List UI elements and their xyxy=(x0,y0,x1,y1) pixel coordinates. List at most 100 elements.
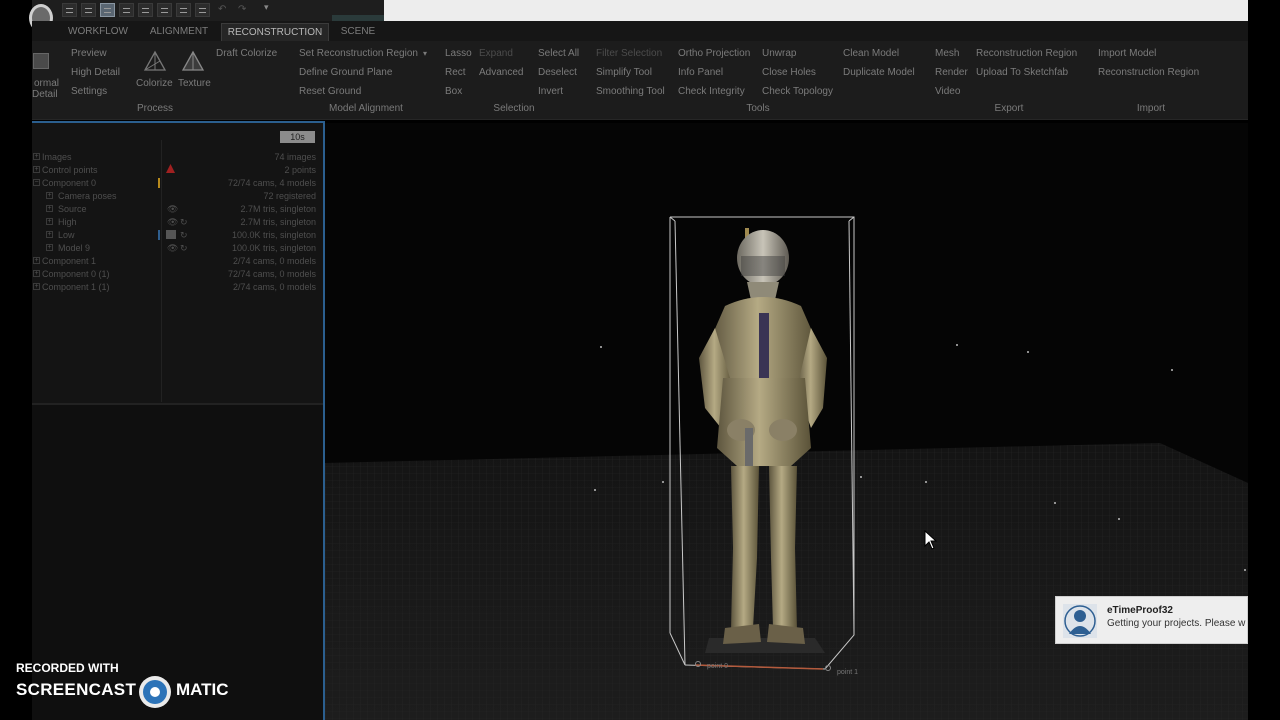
import-model-button[interactable]: Import Model xyxy=(1098,48,1156,59)
expand-icon[interactable]: + xyxy=(46,244,53,251)
tree-label-source[interactable]: Source xyxy=(58,204,87,214)
expand-icon[interactable]: + xyxy=(33,257,40,264)
export-reconstruction-region-button[interactable]: Reconstruction Region xyxy=(976,48,1077,59)
preview-button[interactable]: Preview xyxy=(71,48,107,59)
info-panel-button[interactable]: Info Panel xyxy=(678,67,723,78)
group-selection: Selection xyxy=(493,103,535,114)
import-reconstruction-region-button[interactable]: Reconstruction Region xyxy=(1098,67,1199,78)
layout-3-icon[interactable] xyxy=(100,3,115,17)
export-mesh-button[interactable]: Mesh xyxy=(935,48,959,59)
quick-access-dropdown-icon[interactable]: ▾ xyxy=(264,2,269,13)
quick-access-toolbar: ↶ ↷ ▾ xyxy=(29,0,384,32)
normal-detail-label-1[interactable]: ormal xyxy=(32,78,59,89)
reset-ground-button[interactable]: Reset Ground xyxy=(299,86,361,97)
tree-label-images[interactable]: Images xyxy=(42,152,72,162)
layout-7-icon[interactable] xyxy=(176,3,191,17)
close-holes-button[interactable]: Close Holes xyxy=(762,67,816,78)
filter-selection-button[interactable]: Filter Selection xyxy=(596,48,662,59)
selected-marker xyxy=(158,230,160,240)
tree-value-model-9: 100.0K tris, singleton xyxy=(231,243,316,253)
watermark-recorded-with: RECORDED WITH xyxy=(16,661,119,675)
expand-icon[interactable]: + xyxy=(33,283,40,290)
control-point-0-marker[interactable] xyxy=(695,661,701,667)
toast-message: Getting your projects. Please w xyxy=(1107,618,1246,629)
tree-value-component-1-1: 2/74 cams, 0 models xyxy=(232,282,316,292)
expand-icon[interactable]: + xyxy=(33,153,40,160)
user-avatar-icon xyxy=(1063,604,1097,638)
tree-value-component-0: 72/74 cams, 4 models xyxy=(227,178,316,188)
tree-label-component-0-1[interactable]: Component 0 (1) xyxy=(42,269,110,279)
layout-4-icon[interactable] xyxy=(119,3,134,17)
duplicate-model-button[interactable]: Duplicate Model xyxy=(843,67,915,78)
tab-reconstruction[interactable]: RECONSTRUCTION xyxy=(221,23,329,41)
define-ground-plane-button[interactable]: Define Ground Plane xyxy=(299,67,392,78)
expand-icon[interactable]: + xyxy=(46,218,53,225)
tree-label-control-points[interactable]: Control points xyxy=(42,165,98,175)
control-point-1-label: point 1 xyxy=(837,669,859,676)
tree-label-component-1[interactable]: Component 1 xyxy=(42,256,96,266)
tab-workflow[interactable]: WORKFLOW xyxy=(62,23,134,41)
tab-scene[interactable]: SCENE xyxy=(333,23,383,41)
mouse-cursor-icon xyxy=(924,530,938,550)
set-reconstruction-region-button[interactable]: Set Reconstruction Region ▾ xyxy=(299,48,427,59)
deselect-button[interactable]: Deselect xyxy=(538,67,577,78)
unwrap-button[interactable]: Unwrap xyxy=(762,48,796,59)
expand-icon[interactable]: + xyxy=(33,166,40,173)
check-topology-button[interactable]: Check Topology xyxy=(762,86,833,97)
panel-separator xyxy=(32,403,323,405)
simplify-tool-button[interactable]: Simplify Tool xyxy=(596,67,652,78)
right-black-bar xyxy=(1248,0,1280,720)
lasso-button[interactable]: Lasso xyxy=(445,48,472,59)
ortho-projection-button[interactable]: Ortho Projection xyxy=(678,48,750,59)
layout-1-icon[interactable] xyxy=(62,3,77,17)
notification-toast[interactable]: eTimeProof32 Getting your projects. Plea… xyxy=(1055,596,1248,644)
rect-button[interactable]: Rect xyxy=(445,67,466,78)
timer-button[interactable]: 10s xyxy=(280,131,315,143)
texture-icon[interactable] xyxy=(181,50,205,74)
clean-model-button[interactable]: Clean Model xyxy=(843,48,899,59)
high-detail-button[interactable]: High Detail xyxy=(71,67,120,78)
group-process: Process xyxy=(136,103,174,114)
check-integrity-button[interactable]: Check Integrity xyxy=(678,86,745,97)
layout-5-icon[interactable] xyxy=(138,3,153,17)
draft-colorize-button[interactable]: Draft Colorize xyxy=(216,48,277,59)
redo-icon[interactable]: ↷ xyxy=(238,4,246,15)
box-button[interactable]: Box xyxy=(445,86,462,97)
layout-6-icon[interactable] xyxy=(157,3,172,17)
layout-8-icon[interactable] xyxy=(195,3,210,17)
collapse-icon[interactable]: − xyxy=(33,179,40,186)
export-render-button[interactable]: Render xyxy=(935,67,968,78)
tree-value-high: 2.7M tris, singleton xyxy=(240,217,316,227)
expand-icon[interactable]: + xyxy=(33,270,40,277)
reconstruction-region-box[interactable] xyxy=(665,213,865,683)
smoothing-tool-button[interactable]: Smoothing Tool xyxy=(596,86,665,97)
invert-button[interactable]: Invert xyxy=(538,86,563,97)
expand-icon[interactable]: + xyxy=(46,192,53,199)
tree-label-model-9[interactable]: Model 9 xyxy=(58,243,90,253)
select-all-button[interactable]: Select All xyxy=(538,48,579,59)
ribbon-tabs: WORKFLOW ALIGNMENT RECONSTRUCTION SCENE xyxy=(32,21,1248,41)
undo-icon[interactable]: ↶ xyxy=(218,4,226,15)
settings-button[interactable]: Settings xyxy=(71,86,107,97)
expand-icon[interactable]: + xyxy=(46,205,53,212)
group-import: Import xyxy=(1136,103,1166,114)
texture-button[interactable]: Texture xyxy=(178,78,211,89)
control-point-1-marker[interactable] xyxy=(825,665,831,671)
layout-2-icon[interactable] xyxy=(81,3,96,17)
upload-sketchfab-button[interactable]: Upload To Sketchfab xyxy=(976,67,1068,78)
panel-column-divider xyxy=(161,140,162,402)
normal-detail-icon[interactable] xyxy=(33,53,49,69)
expand-icon[interactable]: + xyxy=(46,231,53,238)
tree-label-component-0[interactable]: Component 0 xyxy=(42,178,96,188)
tree-label-camera-poses[interactable]: Camera poses xyxy=(58,191,117,201)
colorize-button[interactable]: Colorize xyxy=(136,78,173,89)
export-video-button[interactable]: Video xyxy=(935,86,960,97)
tree-label-high[interactable]: High xyxy=(58,217,77,227)
expand-button[interactable]: Expand xyxy=(479,48,513,59)
advanced-button[interactable]: Advanced xyxy=(479,67,523,78)
colorize-icon[interactable] xyxy=(143,50,167,74)
tree-label-component-1-1[interactable]: Component 1 (1) xyxy=(42,282,110,292)
tab-alignment[interactable]: ALIGNMENT xyxy=(143,23,215,41)
normal-detail-label-2[interactable]: Detail xyxy=(32,89,58,100)
tree-label-low[interactable]: Low xyxy=(58,230,75,240)
